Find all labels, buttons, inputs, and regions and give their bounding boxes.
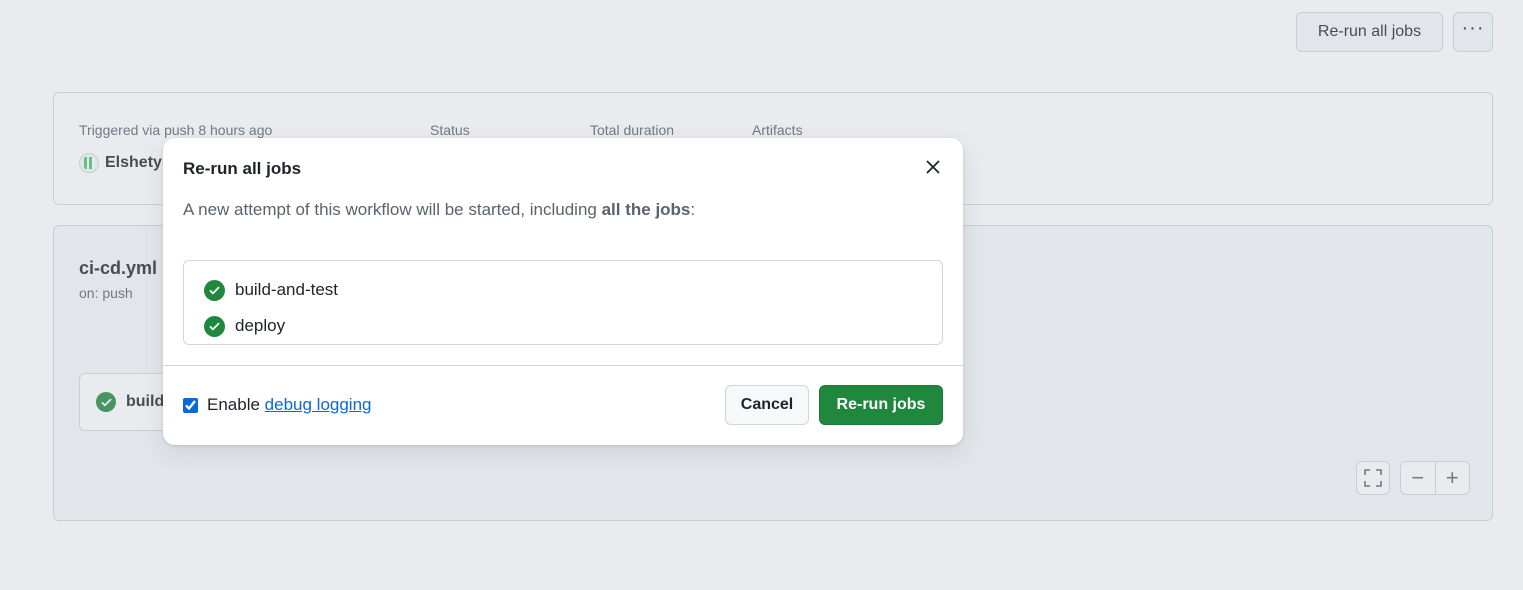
- job-name: build-and-test: [235, 280, 339, 299]
- cancel-button[interactable]: Cancel: [725, 385, 809, 425]
- check-circle-icon: [204, 315, 225, 337]
- workflow-run-page: Re-run all jobs ··· Triggered via push 8…: [0, 0, 1523, 590]
- debug-label: Enable: [207, 395, 265, 414]
- debug-logging-option[interactable]: Enable debug logging: [183, 395, 372, 415]
- rerun-jobs-button[interactable]: Re-run jobs: [819, 385, 943, 425]
- check-circle-icon: [204, 279, 225, 301]
- description-prefix: A new attempt of this workflow will be s…: [183, 200, 602, 219]
- dialog-description: A new attempt of this workflow will be s…: [183, 200, 695, 220]
- list-item: build-and-test: [184, 272, 942, 308]
- jobs-list: build-and-test deploy: [183, 260, 943, 345]
- description-emphasis: all the jobs: [601, 200, 691, 219]
- dialog-divider: [163, 365, 963, 366]
- close-icon: [926, 160, 940, 174]
- debug-logging-checkbox[interactable]: [183, 397, 198, 413]
- description-suffix: :: [690, 200, 696, 219]
- rerun-jobs-dialog: Re-run all jobs A new attempt of this wo…: [163, 138, 963, 445]
- debug-logging-link[interactable]: debug logging: [265, 395, 372, 414]
- list-item: deploy: [184, 308, 942, 344]
- dialog-title: Re-run all jobs: [183, 159, 302, 178]
- job-name: deploy: [235, 316, 286, 335]
- close-button[interactable]: [919, 153, 947, 181]
